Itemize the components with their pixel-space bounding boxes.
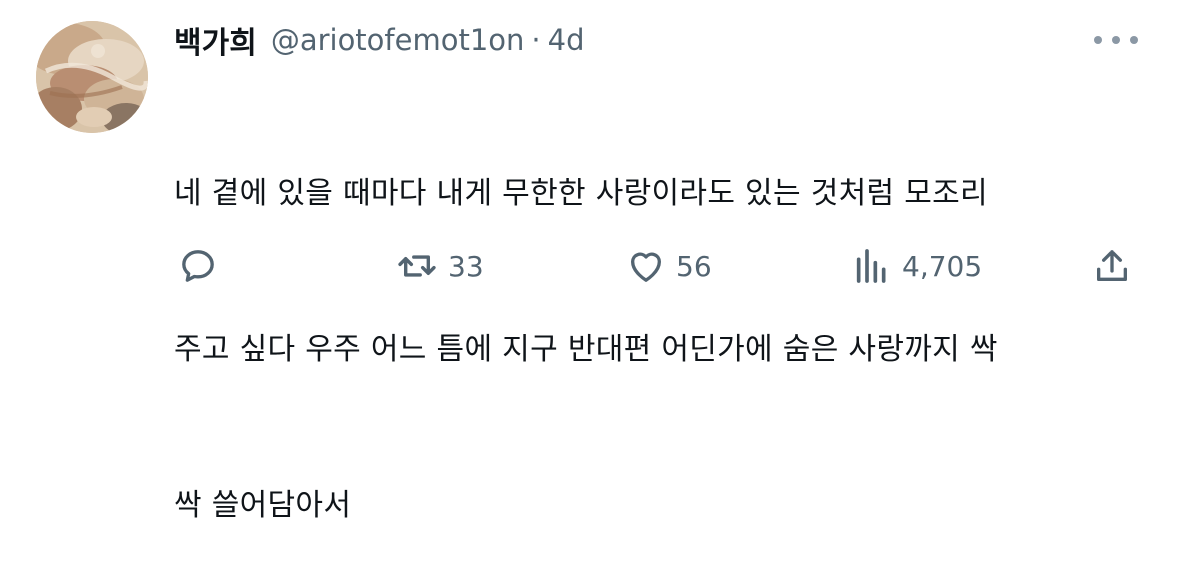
like-count: 56 — [676, 249, 712, 283]
share-icon — [1097, 250, 1127, 281]
timestamp[interactable]: 4d — [548, 23, 585, 57]
more-dot — [1112, 36, 1120, 44]
tweet-text-line: 네 곁에 있을 때마다 내게 무한한 사랑이라도 있는 것처럼 모조리 — [174, 176, 988, 211]
tweet-text-line: 주고 싶다 우주 어느 틈에 지구 반대편 어딘가에 숨은 사랑까지 싹 — [174, 332, 998, 367]
retweet-count: 33 — [448, 249, 484, 283]
tweet-text: 네 곁에 있을 때마다 내게 무한한 사랑이라도 있는 것처럼 모조리 주고 싶… — [174, 64, 1140, 584]
reply-icon — [182, 250, 214, 282]
views-button[interactable]: 4,705 — [852, 240, 982, 292]
avatar-image — [36, 21, 148, 133]
user-handle[interactable]: @ariotofemot1on — [271, 23, 525, 57]
views-chart-icon — [856, 249, 886, 283]
tweet-actions: 33 56 4,705 — [174, 240, 1140, 292]
avatar[interactable] — [36, 21, 148, 133]
more-options-icon[interactable] — [1094, 30, 1138, 50]
like-button[interactable]: 56 — [626, 240, 712, 292]
separator-dot: · — [531, 23, 541, 57]
more-dot — [1094, 36, 1102, 44]
share-button[interactable] — [1092, 240, 1132, 292]
retweet-icon — [398, 255, 436, 277]
tweet-text-line: 싹 쓸어담아서 — [174, 488, 352, 523]
heart-icon — [630, 252, 662, 282]
retweet-button[interactable]: 33 — [396, 240, 484, 292]
views-count: 4,705 — [902, 249, 983, 283]
tweet-header: 백가희 @ariotofemot1on · 4d — [174, 18, 585, 62]
more-dot — [1130, 36, 1138, 44]
display-name[interactable]: 백가희 — [174, 18, 257, 62]
reply-button[interactable] — [178, 240, 218, 292]
